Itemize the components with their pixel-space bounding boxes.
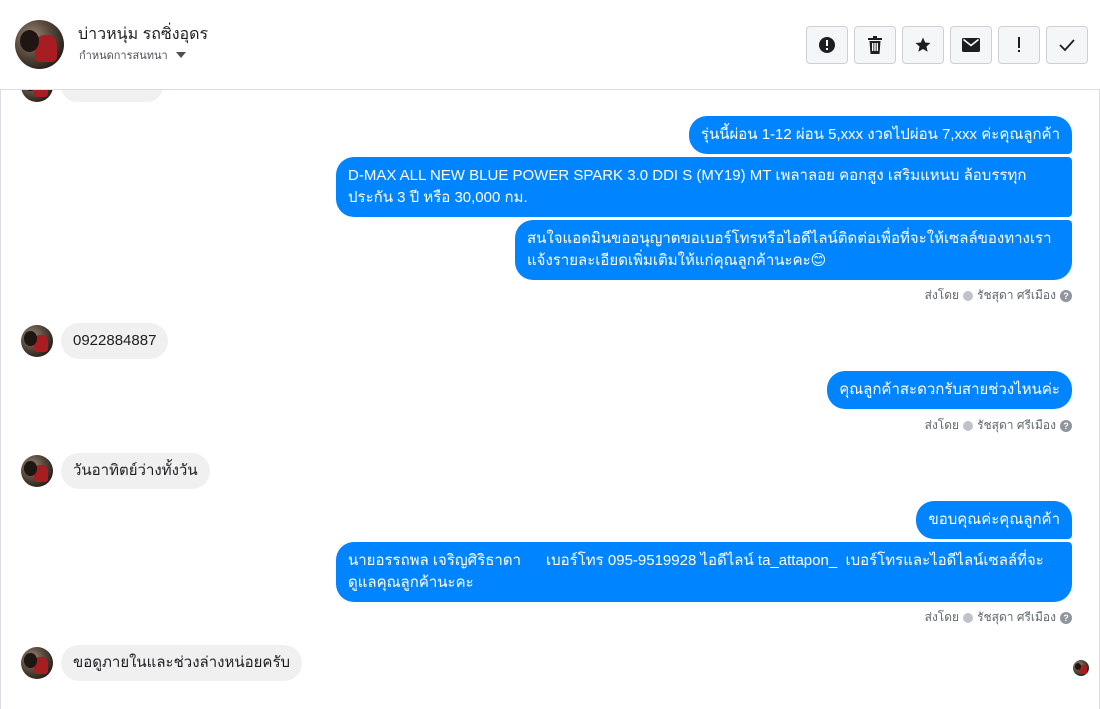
outgoing-message-bubble: D-MAX ALL NEW BLUE POWER SPARK 3.0 DDI S… — [336, 157, 1072, 217]
sent-by-agent[interactable]: รัชสุดา ศรีเมือง — [977, 286, 1056, 305]
message-thread: รุ่นนี้ผ่อน 1-12 ผ่อน 5,xxx งวดไปผ่อน 7,… — [0, 90, 1100, 709]
verified-icon — [963, 612, 974, 623]
check-icon — [1059, 39, 1075, 51]
incoming-message-row: 0922884887 — [21, 323, 169, 359]
message-text-line: นายอรรถพล เจริญศิริธาดา เบอร์โทร 095-951… — [348, 552, 1044, 569]
trash-icon — [868, 36, 882, 54]
caret-down-icon — [175, 52, 186, 58]
verified-icon — [963, 290, 974, 301]
sent-by-prefix: ส่งโดย — [924, 418, 960, 432]
mark-unread-button[interactable] — [950, 26, 992, 64]
contact-avatar-small — [21, 455, 53, 487]
incoming-message-row: วันอาทิตย์ว่างทั้งวัน — [21, 453, 210, 489]
verified-icon — [963, 420, 974, 431]
header-toolbar — [806, 26, 1088, 64]
outgoing-message-bubble: สนใจแอดมินขออนุญาตขอเบอร์โทรหรือไอดีไลน์… — [515, 220, 1072, 280]
envelope-icon — [962, 38, 980, 52]
assign-conversation-dropdown[interactable]: กำหนดการสนทนา — [79, 46, 186, 64]
contact-avatar-small — [21, 90, 53, 102]
star-button[interactable] — [902, 26, 944, 64]
incoming-message-bubble: วันอาทิตย์ว่างทั้งวัน — [61, 453, 210, 489]
contact-avatar-small — [21, 647, 53, 679]
outgoing-message-bubble: คุณลูกค้าสะดวกรับสายช่วงไหนค่ะ — [827, 371, 1072, 409]
sent-by-prefix: ส่งโดย — [924, 288, 960, 302]
help-icon[interactable]: ? — [1060, 289, 1072, 302]
help-icon[interactable]: ? — [1060, 611, 1072, 624]
incoming-message-bubble: 0922884887 — [61, 323, 169, 359]
message-text-line: D-MAX ALL NEW BLUE POWER SPARK 3.0 DDI S… — [348, 167, 1027, 184]
message-text-line: แจ้งรายละเอียดเพิ่มเติมให้แก่คุณลูกค้านะ… — [527, 252, 827, 269]
alert-icon — [819, 37, 835, 53]
sent-by-label: ส่งโดย รัชสุดา ศรีเมือง ? — [925, 416, 1072, 435]
assign-label: กำหนดการสนทนา — [79, 50, 168, 62]
message-text-line: ประกัน 3 ปี หรือ 30,000 กม. — [348, 189, 528, 206]
sent-by-label: ส่งโดย รัชสุดา ศรีเมือง ? — [925, 286, 1072, 305]
seen-indicator-avatar — [1073, 660, 1089, 676]
message-text-line: สนใจแอดมินขออนุญาตขอเบอร์โทรหรือไอดีไลน์… — [527, 230, 1052, 247]
contact-avatar[interactable] — [15, 20, 64, 69]
message-text: คุณลูกค้าสะดวกรับสายช่วงไหนค่ะ — [839, 381, 1060, 398]
contact-name[interactable]: บ่าวหนุ่ม รถซิ่งอุดร — [78, 22, 208, 47]
sent-by-agent[interactable]: รัชสุดา ศรีเมือง — [977, 416, 1056, 435]
follow-up-button[interactable] — [998, 26, 1040, 64]
contact-avatar-small — [21, 325, 53, 357]
outgoing-message-bubble: รุ่นนี้ผ่อน 1-12 ผ่อน 5,xxx งวดไปผ่อน 7,… — [688, 116, 1072, 154]
mark-spam-button[interactable] — [806, 26, 848, 64]
message-text: ขอบคุณค่ะคุณลูกค้า — [928, 511, 1060, 528]
help-icon[interactable]: ? — [1060, 419, 1072, 432]
star-icon — [915, 37, 931, 52]
outgoing-message-bubble: นายอรรถพล เจริญศิริธาดา เบอร์โทร 095-951… — [336, 542, 1072, 602]
conversation-header: บ่าวหนุ่ม รถซิ่งอุดร กำหนดการสนทนา — [0, 0, 1100, 90]
incoming-message-bubble: ขอดูภายในและช่วงล่างหน่อยครับ — [61, 645, 303, 681]
delete-button[interactable] — [854, 26, 896, 64]
previous-incoming-message — [21, 90, 163, 102]
message-text: รุ่นนี้ผ่อน 1-12 ผ่อน 5,xxx งวดไปผ่อน 7,… — [700, 126, 1060, 143]
incoming-bubble — [61, 90, 163, 102]
outgoing-message-bubble: ขอบคุณค่ะคุณลูกค้า — [916, 501, 1072, 539]
sent-by-agent[interactable]: รัชสุดา ศรีเมือง — [977, 608, 1056, 627]
exclamation-icon — [1018, 37, 1020, 52]
sent-by-prefix: ส่งโดย — [924, 610, 960, 624]
incoming-message-row: ขอดูภายในและช่วงล่างหน่อยครับ — [21, 645, 303, 681]
sent-by-label: ส่งโดย รัชสุดา ศรีเมือง ? — [925, 608, 1072, 627]
message-text-line: ดูแลคุณลูกค้านะคะ — [348, 574, 474, 591]
done-button[interactable] — [1046, 26, 1088, 64]
